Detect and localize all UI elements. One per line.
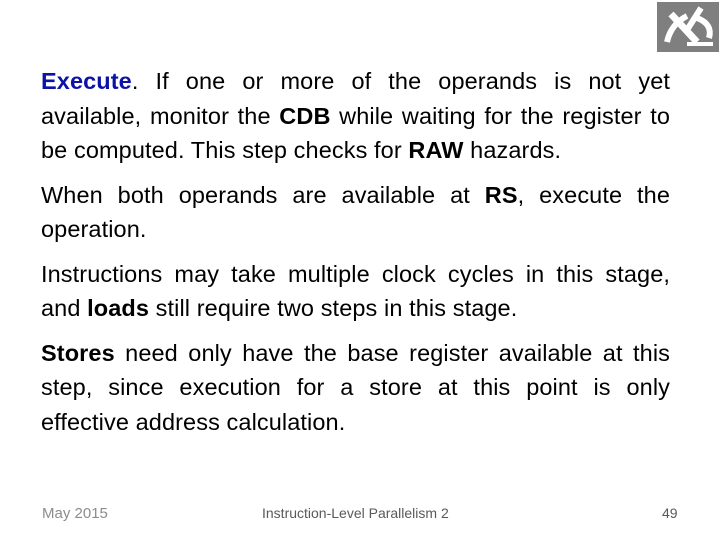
term-execute: Execute bbox=[41, 68, 132, 94]
slide-body: Execute. If one or more of the operands … bbox=[41, 64, 670, 449]
term-raw: RAW bbox=[408, 137, 464, 163]
page-number: 49 bbox=[662, 505, 678, 521]
technion-logo-icon bbox=[657, 2, 719, 52]
term-cdb: CDB bbox=[279, 102, 331, 129]
footer-date: May 2015 bbox=[42, 505, 108, 522]
paragraph-operands: When both operands are available at RS, … bbox=[41, 178, 670, 247]
text-segment: still require two steps in this stage. bbox=[149, 295, 518, 321]
footer-title: Instruction-Level Parallelism 2 bbox=[262, 505, 449, 521]
paragraph-instructions: Instructions may take multiple clock cyc… bbox=[41, 257, 670, 326]
text-segment: need only have the base register availab… bbox=[41, 339, 670, 435]
text-segment: When both operands are available at bbox=[41, 181, 485, 208]
term-loads: loads bbox=[87, 295, 150, 321]
paragraph-stores: Stores need only have the base register … bbox=[41, 336, 670, 440]
paragraph-execute: Execute. If one or more of the operands … bbox=[41, 64, 670, 168]
term-rs: RS bbox=[484, 181, 518, 208]
text-segment: hazards. bbox=[463, 137, 562, 163]
term-stores: Stores bbox=[41, 339, 115, 366]
